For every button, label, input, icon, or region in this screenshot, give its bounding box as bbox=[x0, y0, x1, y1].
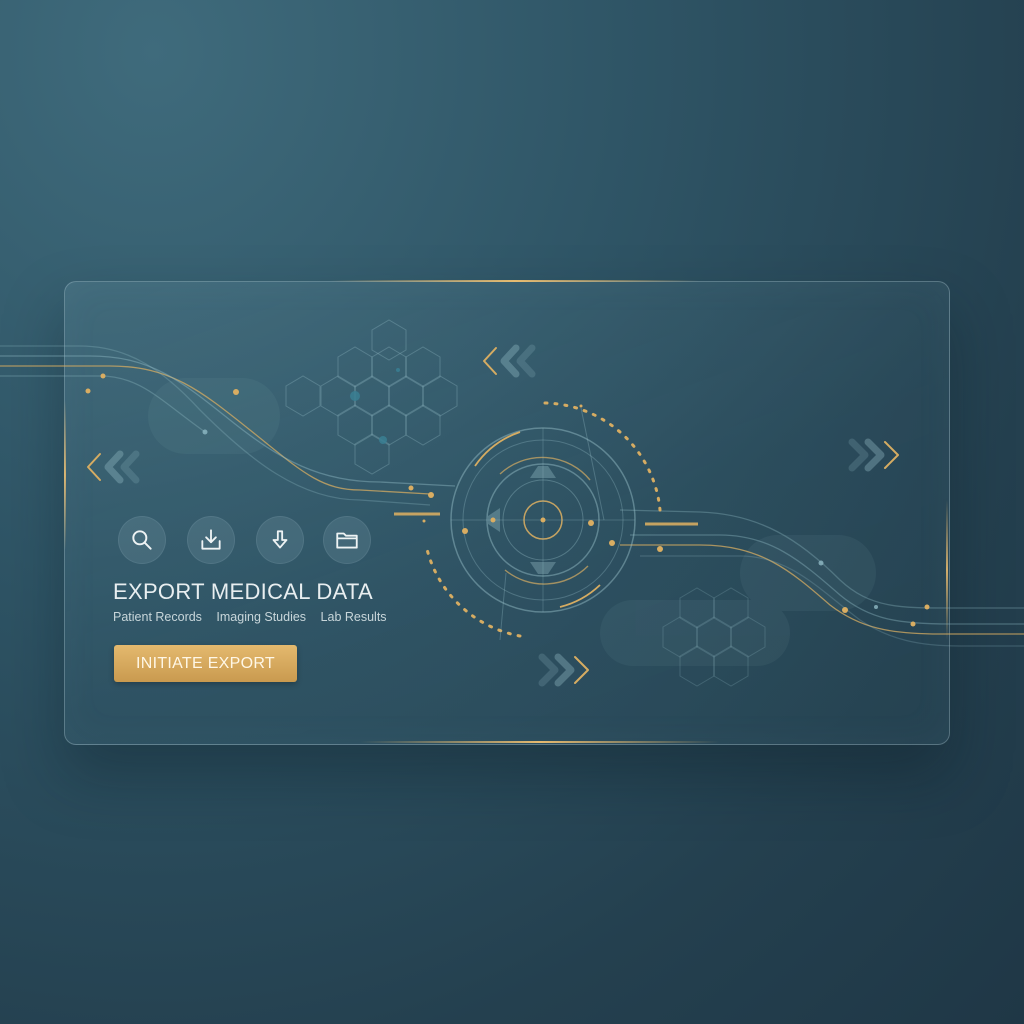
export-screen: EXPORT MEDICAL DATA Patient Records Imag… bbox=[0, 0, 1024, 1024]
data-category-list: Patient Records Imaging Studies Lab Resu… bbox=[113, 610, 398, 624]
arrow-down-icon bbox=[272, 530, 288, 549]
category-lab-results: Lab Results bbox=[320, 610, 387, 624]
folder-icon bbox=[336, 532, 358, 549]
panel-title: EXPORT MEDICAL DATA bbox=[113, 579, 373, 604]
download-button[interactable] bbox=[187, 516, 235, 564]
search-icon bbox=[132, 530, 152, 550]
initiate-export-button[interactable]: INITIATE EXPORT bbox=[114, 645, 297, 682]
category-imaging-studies: Imaging Studies bbox=[216, 610, 307, 624]
download-tray-icon bbox=[201, 529, 221, 550]
search-button[interactable] bbox=[118, 516, 166, 564]
folder-button[interactable] bbox=[323, 516, 371, 564]
category-patient-records: Patient Records bbox=[113, 610, 202, 624]
save-button[interactable] bbox=[256, 516, 304, 564]
